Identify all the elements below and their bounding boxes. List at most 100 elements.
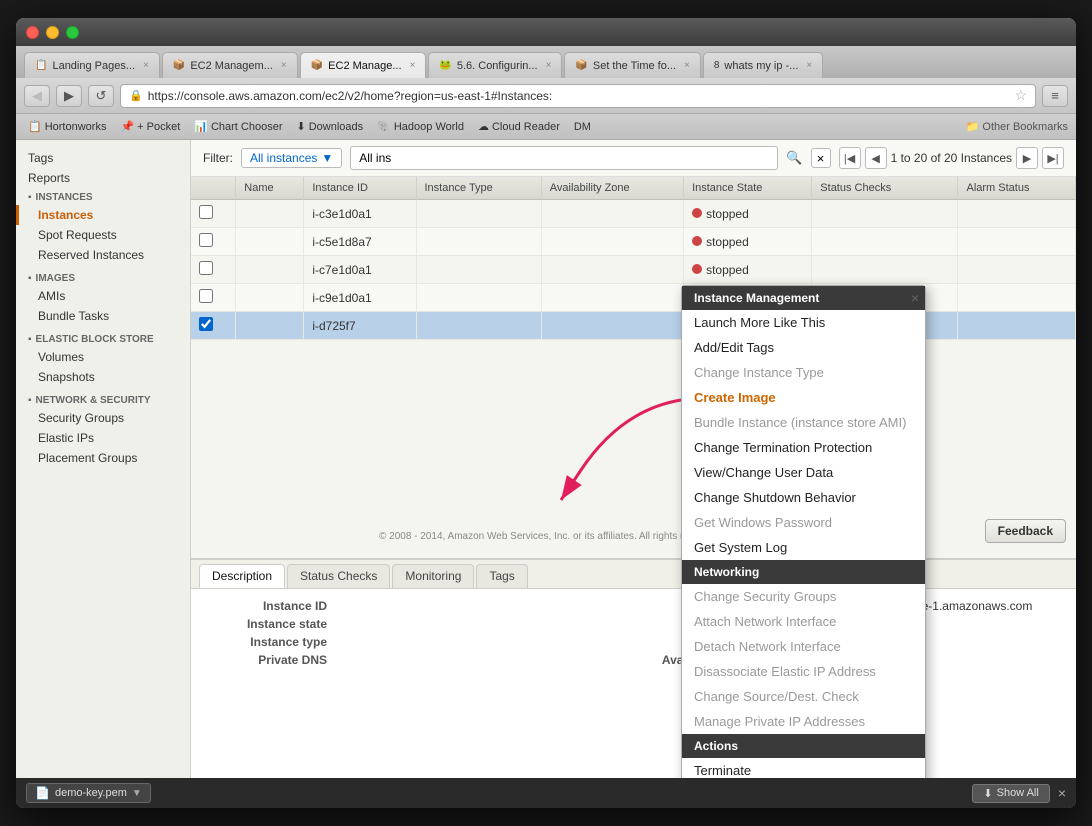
- collapse-ebs-icon[interactable]: ▪: [28, 334, 32, 345]
- pagination: |◀ ◀ 1 to 20 of 20 Instances ▶ ▶|: [839, 147, 1064, 169]
- col-state[interactable]: Instance State: [684, 177, 812, 200]
- tab-status-checks[interactable]: Status Checks: [287, 564, 390, 588]
- tab-4[interactable]: 🐸 5.6. Configurin... ×: [428, 52, 562, 78]
- menu-item-terminate[interactable]: Terminate: [682, 758, 925, 778]
- tab-6[interactable]: 8 whats my ip -... ×: [703, 52, 823, 78]
- sidebar-item-security-groups[interactable]: Security Groups: [16, 408, 190, 428]
- show-all-button[interactable]: ⬇ Show All: [972, 784, 1049, 803]
- tab-2-icon: 📦: [173, 60, 185, 71]
- col-instance-type[interactable]: Instance Type: [416, 177, 541, 200]
- bookmark-pocket[interactable]: 📌 + Pocket: [116, 120, 184, 133]
- filter-input[interactable]: [350, 146, 778, 170]
- next-page-button[interactable]: ▶: [1016, 147, 1038, 169]
- sidebar-item-snapshots[interactable]: Snapshots: [16, 367, 190, 387]
- bookmark-downloads[interactable]: ⬇ Downloads: [293, 120, 368, 133]
- tab-2[interactable]: 📦 EC2 Managem... ×: [162, 52, 298, 78]
- menu-item-attach-network-interface[interactable]: Attach Network Interface: [682, 609, 925, 634]
- menu-item-create-image[interactable]: Create Image: [682, 385, 925, 410]
- filter-dropdown[interactable]: All instances ▼: [241, 148, 342, 168]
- sidebar-item-volumes[interactable]: Volumes: [16, 347, 190, 367]
- close-filter-button[interactable]: ×: [811, 148, 831, 168]
- sidebar-item-reserved-instances[interactable]: Reserved Instances: [16, 245, 190, 265]
- tab-monitoring[interactable]: Monitoring: [392, 564, 474, 588]
- footer-close-button[interactable]: ×: [1058, 785, 1066, 801]
- bookmark-cloud-reader[interactable]: ☁ Cloud Reader: [474, 120, 564, 133]
- menu-item-change-source-dest[interactable]: Change Source/Dest. Check: [682, 684, 925, 709]
- menu-item-add-edit-tags[interactable]: Add/Edit Tags: [682, 335, 925, 360]
- collapse-network-icon[interactable]: ▪: [28, 395, 32, 406]
- tab-5[interactable]: 📦 Set the Time fo... ×: [564, 52, 700, 78]
- tab-5-close[interactable]: ×: [684, 60, 690, 71]
- tab-description[interactable]: Description: [199, 564, 285, 588]
- minimize-button[interactable]: [46, 26, 59, 39]
- close-button[interactable]: [26, 26, 39, 39]
- address-bar[interactable]: 🔒 https://console.aws.amazon.com/ec2/v2/…: [120, 84, 1036, 108]
- bookmark-chart-chooser[interactable]: 📊 Chart Chooser: [190, 120, 286, 133]
- sidebar-item-instances[interactable]: Instances: [16, 205, 190, 225]
- tab-1-close[interactable]: ×: [143, 60, 149, 71]
- menu-item-change-instance-type[interactable]: Change Instance Type: [682, 360, 925, 385]
- col-alarm[interactable]: Alarm Status: [958, 177, 1076, 200]
- refresh-button[interactable]: ↺: [88, 85, 114, 107]
- row-4-checkbox[interactable]: [199, 289, 213, 303]
- menu-item-manage-private-ip[interactable]: Manage Private IP Addresses: [682, 709, 925, 734]
- row-5-checkbox[interactable]: [199, 317, 213, 331]
- table-row[interactable]: i-c3e1d0a1 stopped: [191, 200, 1076, 228]
- collapse-icon[interactable]: ▪: [28, 192, 32, 203]
- feedback-button[interactable]: Feedback: [985, 519, 1066, 543]
- table-row[interactable]: i-c7e1d0a1 stopped: [191, 256, 1076, 284]
- table-row[interactable]: i-c9e1d0a1 stopped: [191, 284, 1076, 312]
- row-3-checkbox[interactable]: [199, 261, 213, 275]
- sidebar-item-placement-groups[interactable]: Placement Groups: [16, 448, 190, 468]
- other-bookmarks[interactable]: 📁 Other Bookmarks: [966, 120, 1068, 133]
- col-status-checks[interactable]: Status Checks: [812, 177, 958, 200]
- tab-1[interactable]: 📋 Landing Pages... ×: [24, 52, 160, 78]
- sidebar-item-amis[interactable]: AMIs: [16, 286, 190, 306]
- tab-6-close[interactable]: ×: [806, 60, 812, 71]
- bookmark-dm[interactable]: DM: [570, 121, 595, 133]
- tab-2-close[interactable]: ×: [281, 60, 287, 71]
- menu-item-launch-more[interactable]: Launch More Like This: [682, 310, 925, 335]
- prev-page-button[interactable]: ◀: [865, 147, 887, 169]
- tab-4-close[interactable]: ×: [546, 60, 552, 71]
- footer-file-item[interactable]: 📄 demo-key.pem ▼: [26, 783, 151, 803]
- sidebar-item-reports[interactable]: Reports: [16, 168, 190, 188]
- table-row[interactable]: i-c5e1d8a7 stopped: [191, 228, 1076, 256]
- maximize-button[interactable]: [66, 26, 79, 39]
- tab-3-close[interactable]: ×: [410, 60, 416, 71]
- sidebar-item-tags[interactable]: Tags: [16, 148, 190, 168]
- menu-item-get-system-log[interactable]: Get System Log: [682, 535, 925, 560]
- menu-item-view-user-data[interactable]: View/Change User Data: [682, 460, 925, 485]
- tab-tags[interactable]: Tags: [476, 564, 527, 588]
- menu-item-get-windows-password[interactable]: Get Windows Password: [682, 510, 925, 535]
- menu-item-change-shutdown[interactable]: Change Shutdown Behavior: [682, 485, 925, 510]
- menu-item-disassociate-elastic-ip[interactable]: Disassociate Elastic IP Address: [682, 659, 925, 684]
- table-row-selected[interactable]: i-d725f7 running ✅ 2/2 checks p: [191, 312, 1076, 340]
- col-az[interactable]: Availability Zone: [541, 177, 683, 200]
- sidebar-item-bundle-tasks[interactable]: Bundle Tasks: [16, 306, 190, 326]
- bookmark-star-icon[interactable]: ☆: [1014, 87, 1027, 104]
- col-instance-id[interactable]: Instance ID: [304, 177, 416, 200]
- menu-item-bundle-instance[interactable]: Bundle Instance (instance store AMI): [682, 410, 925, 435]
- last-page-button[interactable]: ▶|: [1042, 147, 1064, 169]
- back-button[interactable]: ◀: [24, 85, 50, 107]
- col-name[interactable]: Name: [236, 177, 304, 200]
- bookmark-hadoop[interactable]: 🐘 Hadoop World: [373, 120, 468, 133]
- menu-item-detach-network-interface[interactable]: Detach Network Interface: [682, 634, 925, 659]
- row-1-checkbox[interactable]: [199, 205, 213, 219]
- forward-button[interactable]: ▶: [56, 85, 82, 107]
- footer-dropdown-icon[interactable]: ▼: [132, 788, 142, 799]
- bookmark-hortonworks[interactable]: 📋 Hortonworks: [24, 120, 110, 133]
- first-page-button[interactable]: |◀: [839, 147, 861, 169]
- menu-item-change-termination[interactable]: Change Termination Protection: [682, 435, 925, 460]
- collapse-images-icon[interactable]: ▪: [28, 273, 32, 284]
- menu-item-change-security-groups[interactable]: Change Security Groups: [682, 584, 925, 609]
- sidebar-section-instances: ▪ INSTANCES Instances Spot Requests Rese…: [16, 188, 190, 265]
- menu-button[interactable]: ≡: [1042, 85, 1068, 107]
- sidebar-item-elastic-ips[interactable]: Elastic IPs: [16, 428, 190, 448]
- detail-row-instance-id: Instance ID: [207, 599, 632, 613]
- menu-close-button[interactable]: ×: [911, 290, 919, 306]
- row-2-checkbox[interactable]: [199, 233, 213, 247]
- tab-3[interactable]: 📦 EC2 Manage... ×: [300, 52, 427, 78]
- sidebar-item-spot-requests[interactable]: Spot Requests: [16, 225, 190, 245]
